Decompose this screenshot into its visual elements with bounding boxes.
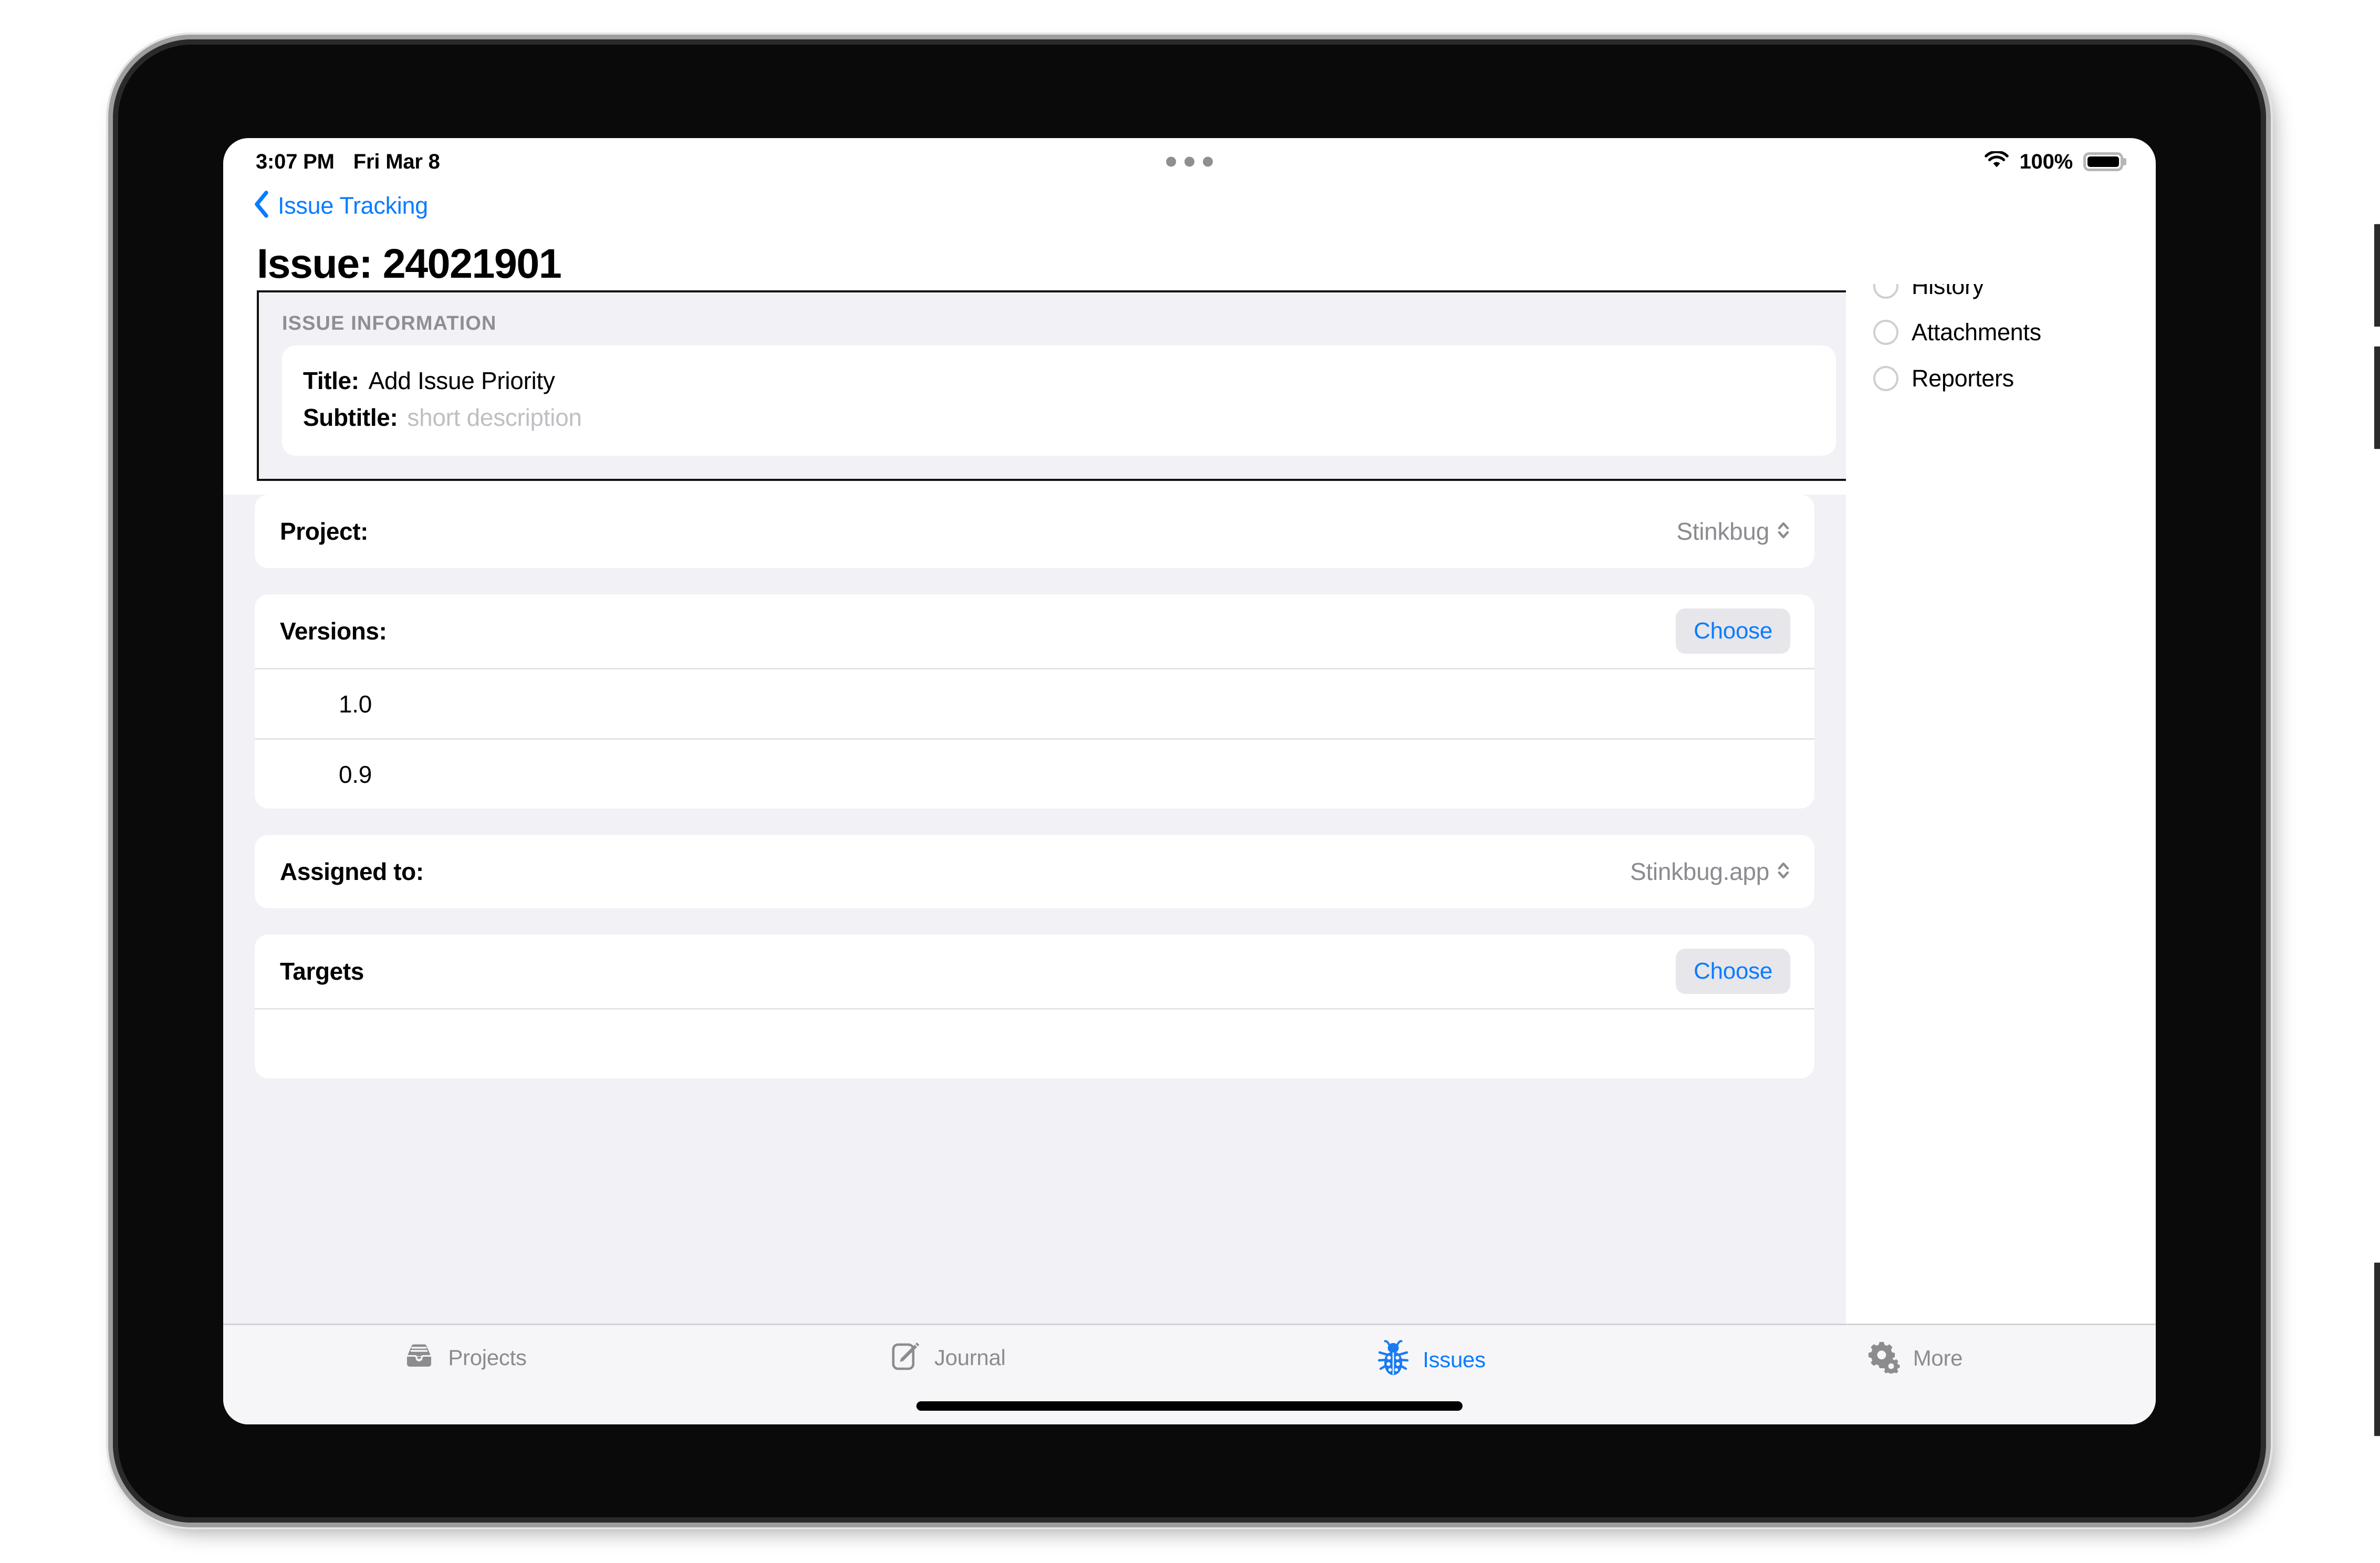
versions-header-row: Versions: Choose: [255, 594, 1814, 668]
home-indicator[interactable]: [916, 1401, 1463, 1411]
version-value: 0.9: [339, 760, 372, 788]
tab-projects[interactable]: Projects: [223, 1340, 706, 1375]
targets-header-row: Targets Choose: [255, 935, 1814, 1008]
status-time: 3:07 PM: [256, 150, 335, 173]
subtitle-field-placeholder[interactable]: short description: [407, 403, 582, 432]
assigned-to-value: Stinkbug.app: [1630, 858, 1769, 885]
ladybug-icon: [1376, 1340, 1410, 1379]
main-column: ISSUE INFORMATION Title: Add Issue Prior…: [223, 284, 1846, 1324]
tab-more[interactable]: More: [1673, 1340, 2156, 1376]
versions-choose-button[interactable]: Choose: [1676, 609, 1790, 654]
content-area: ISSUE INFORMATION Title: Add Issue Prior…: [223, 284, 2156, 1324]
status-bar-right: 100%: [1985, 150, 2123, 174]
volume-down-button[interactable]: [2374, 347, 2380, 449]
tab-more-label: More: [1913, 1345, 1963, 1370]
view-options-panel: View Options Summary History Attachments…: [1846, 284, 2156, 1324]
versions-label: Versions:: [280, 617, 387, 645]
back-button[interactable]: Issue Tracking: [223, 185, 2156, 221]
assigned-to-label: Assigned to:: [280, 858, 424, 885]
battery-icon: [2083, 152, 2123, 171]
targets-list-item[interactable]: [255, 1008, 1814, 1078]
view-option-label: History: [1912, 284, 1984, 299]
issue-information-card: Title: Add Issue Priority Subtitle: shor…: [282, 345, 1836, 456]
multitask-dot: [1166, 156, 1176, 167]
title-field-label: Title:: [303, 367, 359, 394]
chevron-up-down-icon: [1777, 858, 1790, 885]
form-scroll-area[interactable]: Project: Stinkbug Versions: Choose 1.0 0…: [223, 495, 1846, 1324]
subtitle-field-label: Subtitle:: [303, 404, 398, 431]
title-field-value[interactable]: Add Issue Priority: [369, 366, 555, 395]
project-card: Project: Stinkbug: [255, 495, 1814, 568]
back-button-label: Issue Tracking: [278, 192, 428, 219]
battery-percent-label: 100%: [2019, 150, 2073, 173]
project-label: Project:: [280, 518, 369, 545]
radio-unchecked-icon[interactable]: [1873, 320, 1898, 345]
chevron-left-icon: [254, 191, 269, 221]
tab-issues-label: Issues: [1423, 1347, 1486, 1372]
version-list-item[interactable]: 0.9: [255, 738, 1814, 809]
power-button[interactable]: [2374, 1263, 2380, 1436]
wifi-icon: [1985, 150, 2009, 173]
assigned-to-card: Assigned to: Stinkbug.app: [255, 835, 1814, 908]
title-field-row: Title: Add Issue Priority: [303, 362, 1815, 399]
radio-unchecked-icon[interactable]: [1873, 366, 1898, 391]
view-option-history[interactable]: History: [1850, 284, 2156, 300]
gears-icon: [1866, 1340, 1901, 1376]
status-date: Fri Mar 8: [353, 150, 440, 173]
tab-journal[interactable]: Journal: [706, 1340, 1189, 1375]
header-row: Issue: 24021901: [223, 221, 2156, 284]
tab-issues[interactable]: Issues: [1189, 1340, 1673, 1379]
issue-information-panel: ISSUE INFORMATION Title: Add Issue Prior…: [257, 290, 1846, 481]
targets-label: Targets: [280, 958, 364, 985]
view-option-reporters[interactable]: Reporters: [1850, 365, 2156, 392]
assigned-to-picker[interactable]: Stinkbug.app: [1630, 857, 1790, 886]
version-value: 1.0: [339, 690, 372, 718]
project-row[interactable]: Project: Stinkbug: [255, 495, 1814, 568]
version-list-item[interactable]: 1.0: [255, 668, 1814, 738]
view-option-attachments[interactable]: Attachments: [1850, 319, 2156, 346]
tab-projects-label: Projects: [448, 1345, 527, 1370]
view-option-label: Attachments: [1912, 319, 2041, 345]
page-title: Issue: 24021901: [257, 240, 562, 287]
pencil-square-icon: [890, 1340, 922, 1375]
tab-bar: Projects Journal Issues More: [223, 1324, 2156, 1424]
subtitle-field-row: Subtitle: short description: [303, 399, 1815, 436]
radio-unchecked-icon[interactable]: [1873, 284, 1898, 299]
versions-card: Versions: Choose 1.0 0.9: [255, 594, 1814, 809]
status-bar-left: 3:07 PM Fri Mar 8: [256, 150, 440, 174]
view-option-label: Reporters: [1912, 365, 2014, 392]
status-bar: 3:07 PM Fri Mar 8 100%: [223, 138, 2156, 185]
ipad-screen: 3:07 PM Fri Mar 8 100% Issue Tracking Is…: [223, 138, 2156, 1424]
multitasking-dots-icon[interactable]: [1166, 156, 1213, 167]
issue-information-caption: ISSUE INFORMATION: [282, 312, 497, 334]
assigned-to-row[interactable]: Assigned to: Stinkbug.app: [255, 835, 1814, 908]
tray-icon: [403, 1340, 435, 1375]
battery-fill: [2087, 156, 2119, 167]
multitask-dot: [1203, 156, 1213, 167]
targets-card: Targets Choose: [255, 935, 1814, 1078]
multitask-dot: [1184, 156, 1195, 167]
project-picker[interactable]: Stinkbug: [1676, 517, 1790, 546]
chevron-up-down-icon: [1777, 518, 1790, 545]
targets-choose-button[interactable]: Choose: [1676, 949, 1790, 994]
project-value: Stinkbug: [1676, 518, 1769, 545]
tab-journal-label: Journal: [934, 1345, 1006, 1370]
volume-up-button[interactable]: [2374, 224, 2380, 327]
